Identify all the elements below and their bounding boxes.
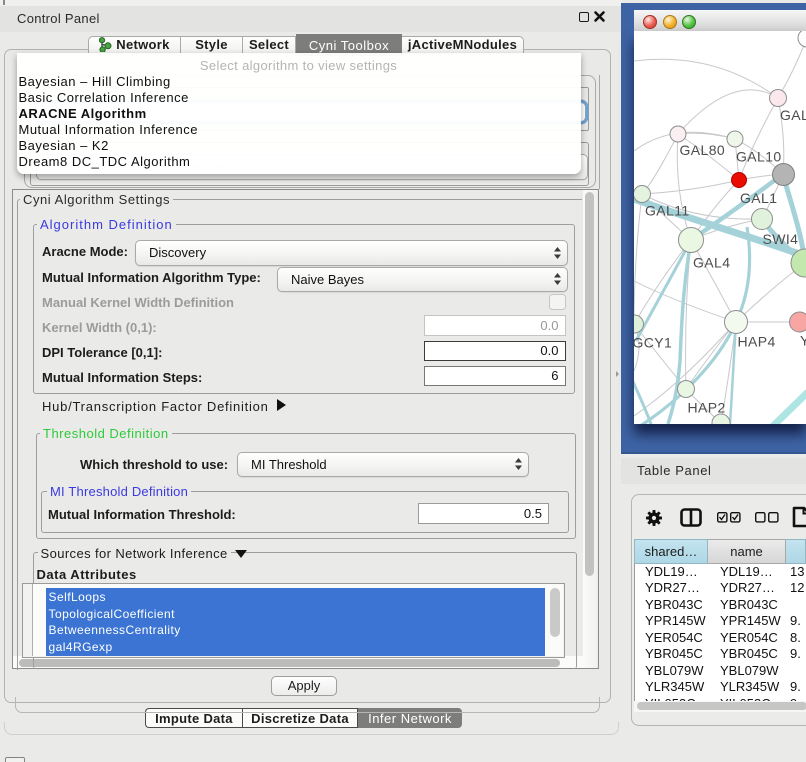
svg-text:GAL7: GAL7 — [780, 107, 806, 123]
svg-text:HAP4: HAP4 — [738, 334, 776, 350]
svg-text:GCY1: GCY1 — [634, 335, 672, 351]
svg-text:GAL10: GAL10 — [736, 149, 782, 165]
svg-text:GAL11: GAL11 — [645, 203, 690, 219]
svg-text:Y: Y — [800, 333, 806, 349]
svg-text:SWI4: SWI4 — [763, 231, 799, 247]
svg-text:HAP2: HAP2 — [688, 400, 726, 416]
svg-text:GAL4: GAL4 — [693, 255, 730, 271]
svg-text:GAL80: GAL80 — [680, 142, 726, 158]
svg-text:GAL1: GAL1 — [740, 190, 777, 206]
